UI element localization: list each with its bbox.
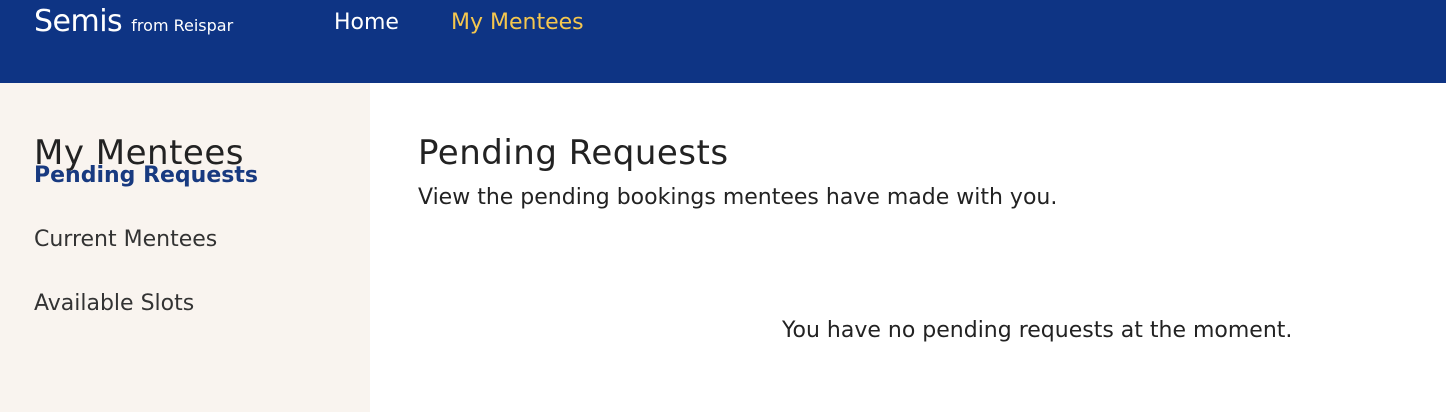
page-title: Pending Requests: [418, 133, 729, 173]
top-navigation-bar: Semis from Reispar Home My Mentees: [0, 0, 1446, 83]
nav-home-link[interactable]: Home: [334, 10, 399, 35]
sidebar-item-current-mentees[interactable]: Current Mentees: [34, 227, 217, 252]
sidebar-item-pending-requests[interactable]: Pending Requests: [34, 163, 258, 188]
page-description: View the pending bookings mentees have m…: [418, 185, 1058, 210]
nav-my-mentees-link[interactable]: My Mentees: [451, 10, 584, 35]
empty-state-message: You have no pending requests at the mome…: [782, 318, 1293, 343]
brand-logo[interactable]: Semis from Reispar: [34, 4, 233, 39]
brand-subtitle: from Reispar: [131, 16, 234, 35]
sidebar-item-available-slots[interactable]: Available Slots: [34, 291, 194, 316]
brand-name: Semis: [34, 4, 123, 39]
